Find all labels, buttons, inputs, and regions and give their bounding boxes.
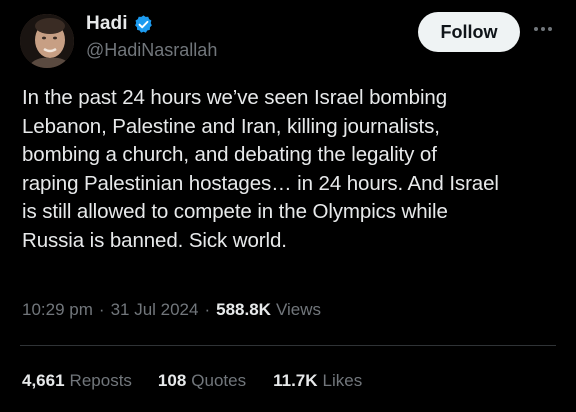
views-count: 588.8K [216, 300, 271, 319]
reposts-count: 4,661 [22, 371, 65, 390]
engagement-stats: 4,661 Reposts 108 Quotes 11.7K Likes [22, 371, 362, 391]
post-card: Hadi @HadiNasrallah Follow In the past 2… [0, 0, 576, 412]
post-meta: 10:29 pm · 31 Jul 2024 · 588.8K Views [22, 300, 321, 320]
views-label: Views [275, 300, 322, 319]
more-horizontal-icon[interactable] [530, 16, 556, 42]
meta-separator: · [204, 300, 211, 319]
author-display-name[interactable]: Hadi [86, 13, 128, 35]
quotes-label: Quotes [191, 371, 247, 390]
post-text: In the past 24 hours we’ve seen Israel b… [22, 86, 499, 252]
author-name-row: Hadi [86, 13, 154, 35]
avatar[interactable] [20, 14, 74, 68]
likes-count: 11.7K [273, 371, 318, 390]
verified-badge-icon [133, 14, 154, 35]
avatar-image [20, 14, 74, 68]
meta-separator: · [98, 300, 105, 319]
post-time[interactable]: 10:29 pm [22, 300, 93, 320]
likes-stat[interactable]: 11.7K Likes [273, 371, 362, 391]
reposts-stat[interactable]: 4,661 Reposts [22, 371, 132, 391]
post-date[interactable]: 31 Jul 2024 [111, 300, 199, 320]
divider [20, 345, 556, 346]
follow-button[interactable]: Follow [418, 12, 520, 52]
quotes-stat[interactable]: 108 Quotes [158, 371, 246, 391]
quotes-count: 108 [157, 371, 187, 390]
author-handle[interactable]: @HadiNasrallah [86, 40, 217, 61]
likes-label: Likes [322, 371, 363, 390]
reposts-label: Reposts [69, 371, 132, 390]
